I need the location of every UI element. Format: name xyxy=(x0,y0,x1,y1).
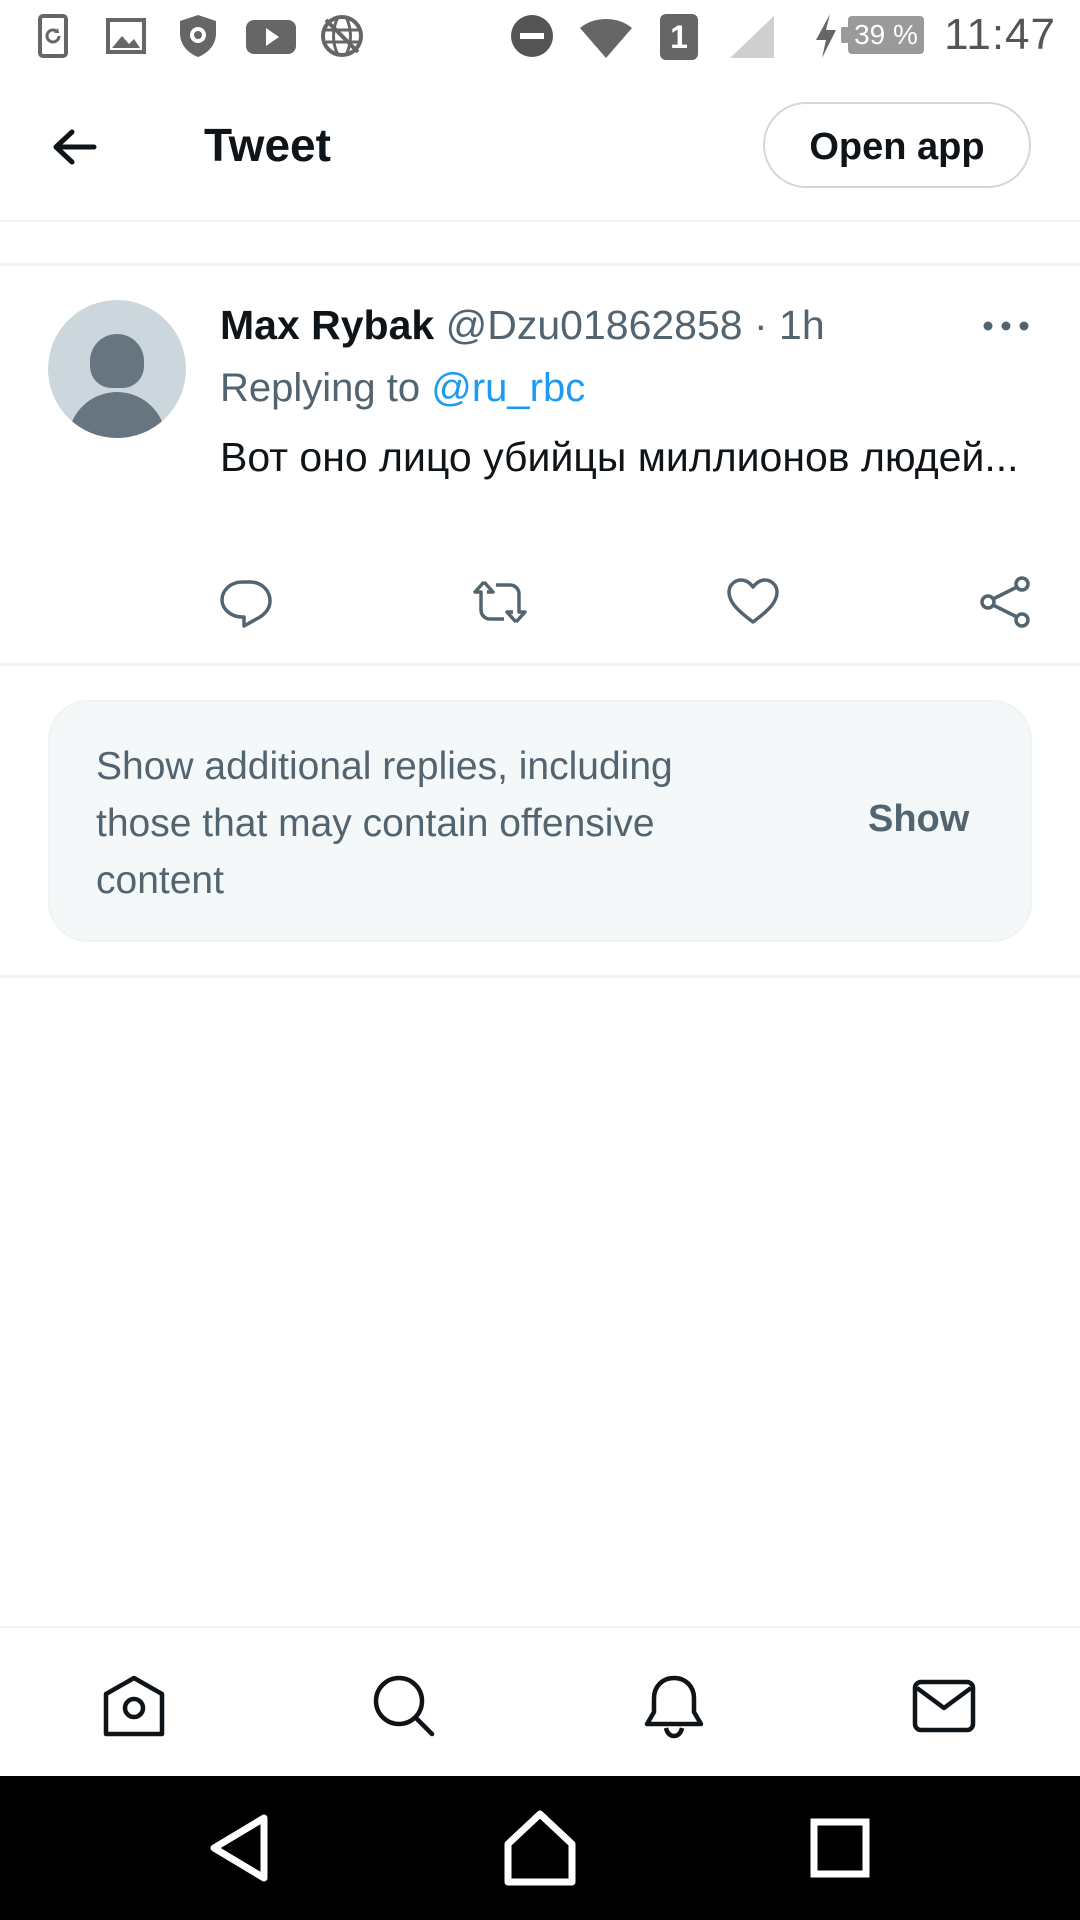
page-title: Tweet xyxy=(204,119,331,171)
shield-icon xyxy=(180,15,216,57)
like-heart-icon[interactable] xyxy=(725,574,781,630)
replying-prefix: Replying to xyxy=(220,366,432,410)
home-icon[interactable] xyxy=(100,1672,168,1740)
battery-icon: 39 % xyxy=(841,16,924,54)
nav-back-icon[interactable] xyxy=(200,1806,284,1890)
additional-replies-text: Show additional replies, including those… xyxy=(96,745,673,902)
clock: 11:47 xyxy=(944,10,1056,59)
wifi-icon xyxy=(580,19,632,58)
search-icon[interactable] xyxy=(370,1672,438,1740)
tweet-time[interactable]: 1h xyxy=(779,302,825,348)
image-icon xyxy=(106,18,146,54)
tweet-text: Вот оно лицо убийцы миллионов людей... xyxy=(220,434,1019,480)
signal-icon xyxy=(730,16,774,58)
replying-to: Replying to @ru_rbc xyxy=(220,366,585,411)
replying-to-link[interactable]: @ru_rbc xyxy=(431,366,585,410)
youtube-icon xyxy=(246,20,296,54)
tweet-header: Max Rybak @Dzu01862858 · 1h xyxy=(220,302,825,349)
default-avatar-body xyxy=(68,392,166,438)
divider xyxy=(0,975,1080,978)
notifications-bell-icon[interactable] xyxy=(640,1672,708,1740)
vpn-globe-icon xyxy=(321,15,363,57)
system-navigation-bar xyxy=(0,1776,1080,1920)
divider xyxy=(0,663,1080,666)
retweet-icon[interactable] xyxy=(472,574,528,630)
do-not-disturb-icon xyxy=(511,15,553,57)
charging-icon xyxy=(816,14,836,58)
open-app-button[interactable]: Open app xyxy=(763,102,1031,188)
default-avatar-icon xyxy=(90,334,144,388)
nav-recents-icon[interactable] xyxy=(798,1806,882,1890)
time-separator: · xyxy=(742,302,780,348)
author-name[interactable]: Max Rybak xyxy=(220,302,434,348)
avatar[interactable] xyxy=(48,300,186,438)
bottom-tab-bar xyxy=(0,1626,1080,1778)
more-options-icon[interactable] xyxy=(978,306,1034,346)
divider xyxy=(0,263,1080,266)
share-icon[interactable] xyxy=(978,574,1034,630)
top-app-bar: Tweet Open app xyxy=(0,72,1080,222)
status-bar: 1 39 % 11:47 xyxy=(0,0,1080,72)
additional-replies-card: Show additional replies, including those… xyxy=(48,700,1032,942)
screen-rotate-icon xyxy=(38,14,68,58)
back-arrow-icon[interactable] xyxy=(40,112,110,182)
nav-home-icon[interactable] xyxy=(498,1806,582,1890)
author-handle[interactable]: @Dzu01862858 xyxy=(446,302,743,348)
messages-mail-icon[interactable] xyxy=(910,1672,978,1740)
sim-icon: 1 xyxy=(660,14,698,60)
reply-icon[interactable] xyxy=(218,574,274,630)
show-replies-button[interactable]: Show xyxy=(868,798,969,841)
